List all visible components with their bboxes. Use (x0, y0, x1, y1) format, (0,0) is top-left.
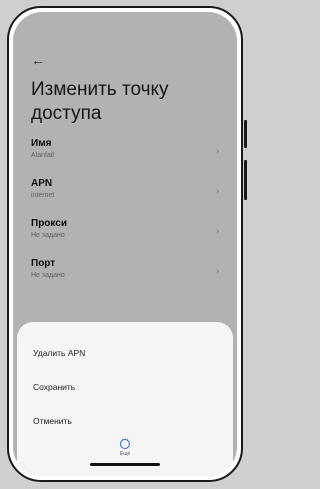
delete-apn-button[interactable]: Удалить APN (33, 348, 85, 358)
volume-button (244, 160, 247, 200)
more-button[interactable]: Ещё (119, 436, 131, 457)
screen: ← Изменить точку доступа Имя Alanfail › … (13, 12, 237, 476)
phone-frame: ← Изменить точку доступа Имя Alanfail › … (7, 6, 243, 482)
save-button[interactable]: Сохранить (33, 382, 75, 392)
more-label: Ещё (119, 451, 131, 457)
cancel-button[interactable]: Отменить (33, 416, 72, 426)
more-dots-icon (119, 436, 130, 449)
home-indicator[interactable] (90, 463, 160, 466)
power-button (244, 120, 247, 148)
bottom-sheet-menu: Удалить APN Сохранить Отменить Ещё (17, 322, 233, 476)
